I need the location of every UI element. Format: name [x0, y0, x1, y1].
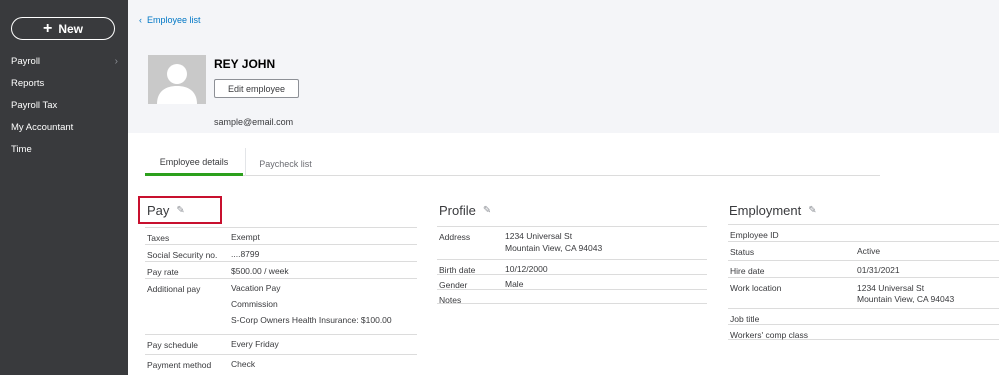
- pencil-icon[interactable]: ✎: [176, 205, 184, 216]
- section-title-text: Pay: [147, 203, 170, 218]
- sidebar-item-payroll[interactable]: Payroll ›: [0, 50, 128, 72]
- sidebar-item-label: Time: [11, 143, 32, 155]
- pencil-icon[interactable]: ✎: [808, 205, 816, 216]
- pay-row-additional-pay: Additional pay Vacation Pay Commission S…: [145, 278, 417, 334]
- tab-paycheck-list[interactable]: Paycheck list: [245, 148, 325, 176]
- row-value: Check: [231, 359, 256, 369]
- employment-row-workers-comp-class: Workers' comp class: [728, 324, 999, 340]
- row-label: Employee ID: [730, 230, 779, 240]
- chevron-left-icon: ‹: [139, 15, 142, 25]
- pay-row-ssn: Social Security no. ....8799: [145, 244, 417, 261]
- row-label: Pay rate: [147, 267, 179, 277]
- row-value: Mountain View, CA 94043: [505, 243, 603, 253]
- sidebar-item-label: My Accountant: [11, 121, 74, 133]
- employment-section-title: Employment ✎: [729, 203, 817, 218]
- row-value: 01/31/2021: [857, 265, 900, 275]
- employment-row-work-location: Work location 1234 Universal St Mountain…: [728, 277, 999, 308]
- row-label: Taxes: [147, 233, 170, 243]
- row-value: ....8799: [231, 249, 260, 259]
- pay-row-pay-schedule: Pay schedule Every Friday: [145, 334, 417, 354]
- pencil-icon[interactable]: ✎: [483, 205, 491, 216]
- tab-employee-details[interactable]: Employee details: [145, 148, 243, 176]
- profile-row-notes: Notes: [437, 289, 707, 305]
- section-title-text: Profile: [439, 203, 476, 218]
- section-title-text: Employment: [729, 203, 802, 218]
- sidebar-item-payroll-tax[interactable]: Payroll Tax: [0, 94, 128, 116]
- profile-row-birth-date: Birth date 10/12/2000: [437, 259, 707, 275]
- employment-row-employee-id: Employee ID: [728, 224, 999, 241]
- row-label: Pay schedule: [147, 340, 199, 350]
- row-label: Work location: [730, 283, 782, 293]
- left-nav-sidebar: + New Payroll › Reports Payroll Tax My A…: [0, 0, 128, 375]
- profile-row-address: Address 1234 Universal St Mountain View,…: [437, 226, 707, 259]
- sidebar-item-time[interactable]: Time: [0, 138, 128, 160]
- sidebar-item-label: Payroll: [11, 55, 41, 67]
- pay-row-payment-method: Payment method Check: [145, 354, 417, 374]
- row-label: Job title: [730, 314, 760, 324]
- employment-row-job-title: Job title: [728, 308, 999, 324]
- edit-employee-button[interactable]: Edit employee: [214, 79, 299, 98]
- tab-label: Employee details: [159, 157, 229, 167]
- new-button-label: New: [58, 21, 84, 36]
- employee-header: ‹ Employee list REY JOHN Edit employee s…: [128, 0, 999, 133]
- tab-label: Paycheck list: [259, 158, 312, 169]
- pay-details-list: Taxes Exempt Social Security no. ....879…: [145, 227, 417, 374]
- breadcrumb[interactable]: ‹ Employee list: [139, 15, 201, 25]
- sidebar-item-label: Reports: [11, 77, 45, 89]
- sidebar-item-reports[interactable]: Reports: [0, 72, 128, 94]
- row-label: Hire date: [730, 266, 765, 276]
- employment-row-status: Status Active: [728, 241, 999, 260]
- row-label: Notes: [439, 295, 462, 305]
- row-value: S-Corp Owners Health Insurance: $100.00: [231, 315, 392, 325]
- row-value: Mountain View, CA 94043: [857, 294, 955, 304]
- chevron-right-icon: ›: [114, 55, 118, 67]
- sidebar-item-my-accountant[interactable]: My Accountant: [0, 116, 128, 138]
- sidebar-nav: Payroll › Reports Payroll Tax My Account…: [0, 50, 128, 160]
- row-label: Payment method: [147, 360, 212, 370]
- new-button[interactable]: + New: [11, 17, 115, 40]
- employment-row-hire-date: Hire date 01/31/2021: [728, 260, 999, 277]
- row-value: $500.00 / week: [231, 266, 289, 276]
- pay-row-taxes: Taxes Exempt: [145, 227, 417, 244]
- pay-section-title: Pay ✎: [147, 203, 185, 218]
- employee-email: sample@email.com: [214, 117, 294, 127]
- profile-details-list: Address 1234 Universal St Mountain View,…: [437, 226, 707, 305]
- avatar: [148, 55, 206, 104]
- sidebar-item-label: Payroll Tax: [11, 99, 58, 111]
- profile-row-gender: Gender Male: [437, 274, 707, 290]
- pay-row-pay-rate: Pay rate $500.00 / week: [145, 261, 417, 278]
- breadcrumb-employee-list-link[interactable]: Employee list: [147, 15, 201, 25]
- row-value: Commission: [231, 299, 278, 309]
- plus-icon: +: [42, 19, 53, 37]
- row-value: Vacation Pay: [231, 283, 281, 293]
- employment-details-list: Employee ID Status Active Hire date 01/3…: [728, 224, 999, 340]
- row-label: Workers' comp class: [730, 330, 808, 340]
- row-label: Status: [730, 247, 755, 257]
- row-value: Every Friday: [231, 339, 279, 349]
- row-value: Active: [857, 246, 881, 256]
- row-value: Exempt: [231, 232, 260, 242]
- row-label: Social Security no.: [147, 250, 218, 260]
- row-label: Additional pay: [147, 284, 201, 294]
- row-label: Address: [439, 232, 471, 242]
- avatar-placeholder-icon: [148, 55, 206, 104]
- employee-name: REY JOHN: [214, 57, 276, 71]
- profile-section-title: Profile ✎: [439, 203, 491, 218]
- employee-tabs: Employee details Paycheck list: [145, 148, 880, 176]
